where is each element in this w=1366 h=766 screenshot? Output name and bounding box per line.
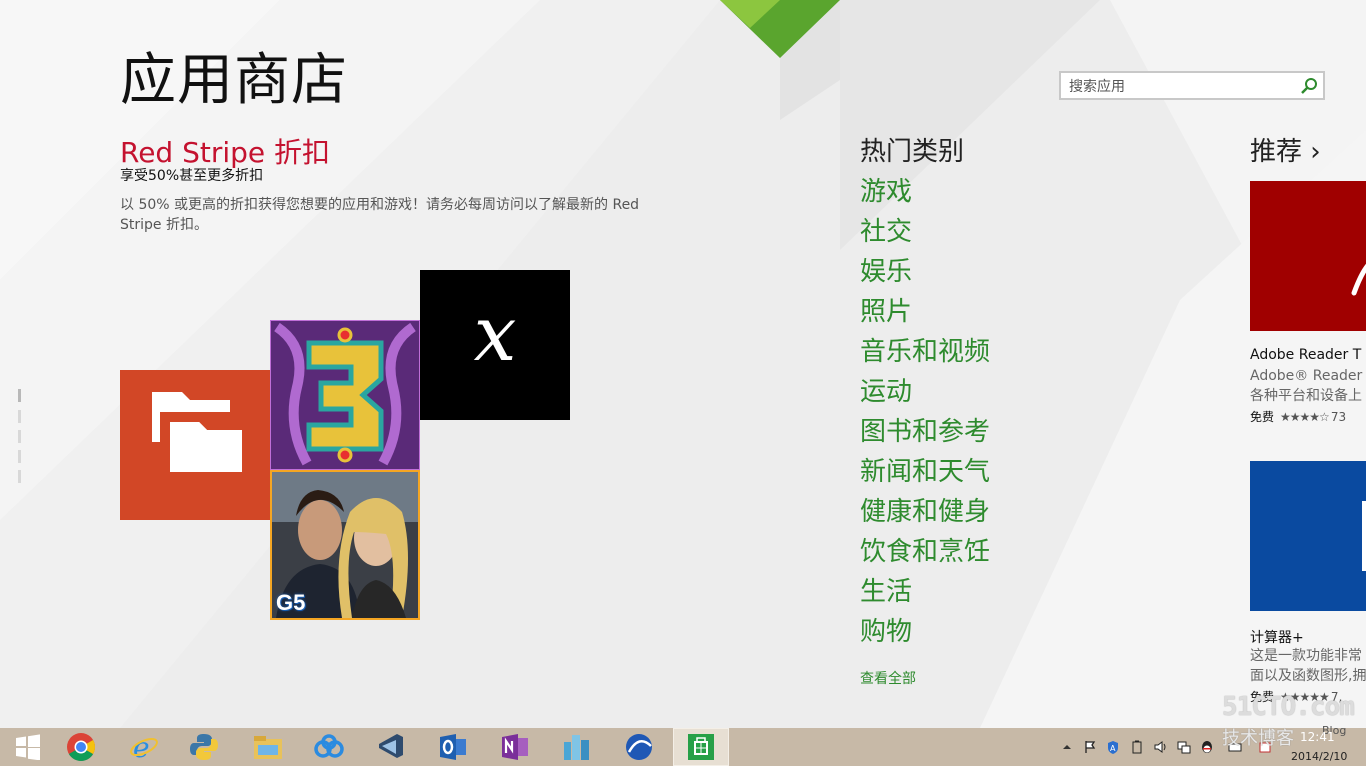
watermark-subtitle: 技术博客 [1222, 728, 1294, 749]
category-lifestyle[interactable]: 生活 [860, 576, 912, 608]
adobe-reader-icon [1351, 263, 1366, 296]
italic-x-icon: x [473, 289, 517, 378]
volume-icon[interactable] [1153, 740, 1167, 754]
category-games[interactable]: 游戏 [860, 176, 912, 208]
categories-heading: 热门类别 [860, 137, 965, 167]
category-food-dining[interactable]: 饮食和烹饪 [860, 536, 990, 568]
star-rating: ★★★★☆ [1280, 410, 1330, 424]
qq-tray-icon[interactable] [1200, 740, 1214, 754]
scroll-indicator-tick [18, 389, 21, 402]
network-icon[interactable] [1177, 740, 1191, 754]
scroll-indicator-tick [18, 410, 21, 423]
recommended-heading[interactable]: 推荐 › [1250, 136, 1321, 168]
internet-explorer-icon: e [130, 732, 158, 762]
taskbar-store[interactable] [673, 728, 729, 766]
category-photos[interactable]: 照片 [860, 296, 912, 328]
category-shopping[interactable]: 购物 [860, 616, 912, 648]
visual-studio-icon [379, 734, 403, 758]
scroll-indicator-tick [18, 450, 21, 463]
category-books-reference[interactable]: 图书和参考 [860, 416, 990, 448]
taskbar-chrome[interactable] [53, 728, 109, 766]
search-box[interactable] [1059, 71, 1325, 100]
category-news-weather[interactable]: 新闻和天气 [860, 456, 990, 488]
promo-tile-math-app[interactable]: x [420, 270, 570, 420]
taskbar-wave-app[interactable] [611, 728, 667, 766]
taskbar-python[interactable] [176, 728, 232, 766]
onenote-icon [502, 734, 528, 760]
category-music-video[interactable]: 音乐和视频 [860, 336, 990, 368]
outlook-icon [440, 734, 466, 760]
app-description-line: Adobe® Reader [1250, 368, 1363, 384]
promo-subtitle: 享受50%甚至更多折扣 [120, 168, 264, 184]
taskbar-internet-explorer[interactable]: e [116, 728, 172, 766]
taskbar-visual-studio[interactable] [363, 728, 419, 766]
input-method-icon[interactable]: A [1106, 740, 1120, 754]
category-health-fitness[interactable]: 健康和健身 [860, 496, 990, 528]
app-description-line: 这是一款功能非常 [1250, 648, 1362, 664]
app-description-line: 各种平台和设备上 [1250, 388, 1362, 404]
app-rating-row: 免费 ★★★★☆ 73 [1250, 408, 1346, 425]
app-tile-calculator-plus[interactable] [1250, 461, 1366, 611]
start-button[interactable] [0, 728, 56, 766]
app-tile-adobe-reader[interactable] [1250, 181, 1366, 331]
battery-icon[interactable] [1130, 740, 1144, 754]
store-icon [688, 734, 714, 760]
app-price: 免费 [1250, 410, 1275, 424]
taskbar-onenote[interactable] [487, 728, 543, 766]
folder-icon [152, 392, 246, 476]
taskbar-cloud-sync[interactable] [301, 728, 357, 766]
chrome-icon [67, 733, 95, 761]
rating-count: 73 [1330, 410, 1347, 424]
clock-time[interactable]: 12:41 [1300, 730, 1335, 744]
file-explorer-icon [254, 736, 282, 759]
search-input[interactable] [1067, 76, 1291, 98]
taskbar-city-app[interactable] [549, 728, 605, 766]
taskbar-outlook[interactable] [425, 728, 481, 766]
number-3-puzzle-icon [271, 321, 419, 469]
app-name[interactable]: 计算器+ [1250, 627, 1304, 647]
search-icon[interactable] [1299, 76, 1319, 96]
scroll-indicator-tick [18, 430, 21, 443]
category-entertainment[interactable]: 娱乐 [860, 256, 912, 288]
tray-expand-icon[interactable] [1060, 740, 1074, 754]
city-app-icon [564, 735, 589, 760]
taskbar-file-explorer[interactable] [240, 728, 296, 766]
cloud-sync-icon [314, 734, 344, 758]
svg-text:A: A [1110, 744, 1116, 753]
wave-app-icon [626, 734, 652, 760]
app-name[interactable]: Adobe Reader T [1250, 347, 1361, 363]
action-center-flag-icon[interactable] [1083, 740, 1097, 754]
promo-tile-puzzle-game[interactable] [270, 320, 420, 470]
python-icon [190, 734, 218, 760]
category-social[interactable]: 社交 [860, 216, 912, 248]
page-title: 应用商店 [120, 48, 348, 113]
taskbar: e A [0, 728, 1366, 766]
category-sports[interactable]: 运动 [860, 376, 912, 408]
see-all-link[interactable]: 查看全部 [860, 668, 916, 688]
promo-description: 以 50% 或更高的折扣获得您想要的应用和游戏！请务必每周访问以了解最新的 Re… [120, 197, 640, 233]
clock-date[interactable]: 2014/2/10 [1291, 750, 1347, 763]
calculator-icon [1362, 501, 1366, 571]
svg-text:e: e [133, 732, 150, 762]
app-description-line: 面以及函数图形,拥 [1250, 668, 1366, 684]
promo-tile-detective-game[interactable]: G5 [270, 470, 420, 620]
start-icon [16, 734, 40, 760]
scroll-indicator-tick [18, 470, 21, 483]
watermark-logo: 51CTO.com [1222, 692, 1355, 722]
promo-tile-file-manager[interactable] [120, 370, 270, 520]
publisher-logo-label: G5 [276, 590, 306, 615]
